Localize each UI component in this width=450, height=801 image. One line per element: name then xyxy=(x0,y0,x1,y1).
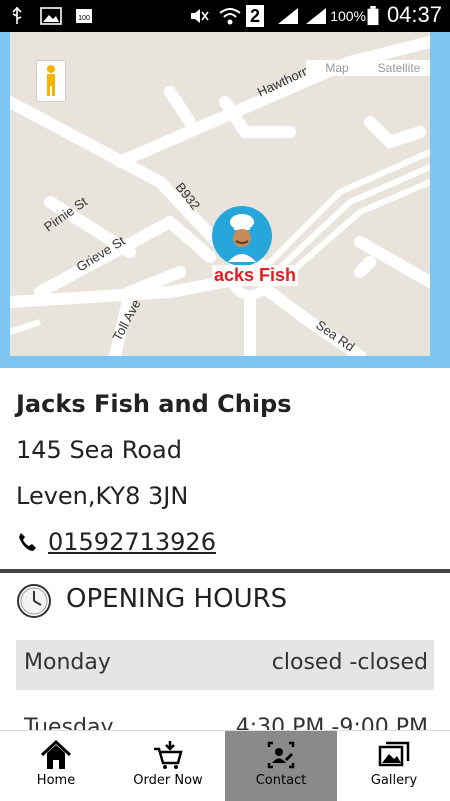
signal-icon xyxy=(278,8,298,24)
pegman-icon xyxy=(47,65,55,96)
battery-icon xyxy=(367,6,379,26)
nav-order-now-label: Order Now xyxy=(133,773,203,788)
map-button[interactable]: Map xyxy=(306,60,368,76)
hours-time: closed -closed xyxy=(271,650,428,675)
section-divider xyxy=(0,569,450,573)
signal-icon-2 xyxy=(306,8,326,24)
nav-contact-label: Contact xyxy=(255,773,307,788)
nav-gallery[interactable]: Gallery xyxy=(338,731,450,801)
image-icon xyxy=(40,7,62,25)
chef-icon xyxy=(228,214,256,262)
phone-link[interactable]: 01592713926 xyxy=(48,528,216,556)
status-bar: 100 2 100% 04:37 xyxy=(0,0,450,32)
wifi-icon xyxy=(219,8,241,25)
satellite-button[interactable]: Satellite xyxy=(368,60,430,76)
battery-notify-icon: 100 xyxy=(76,9,92,23)
nav-contact[interactable]: Contact xyxy=(225,731,337,801)
contact-icon xyxy=(267,741,295,769)
home-icon xyxy=(40,739,72,769)
map-type-control[interactable]: Map Satellite xyxy=(306,60,430,76)
address-line1: 145 Sea Road xyxy=(16,436,182,464)
clock-icon xyxy=(17,584,51,618)
marker-label: acks Fish xyxy=(212,265,299,286)
gallery-icon xyxy=(378,741,410,767)
restaurant-name: Jacks Fish and Chips xyxy=(16,390,292,418)
street-view-pegman[interactable] xyxy=(36,60,66,102)
svg-text:Toll Ave: Toll Ave xyxy=(109,297,143,343)
nav-order-now[interactable]: Order Now xyxy=(112,731,224,801)
opening-hours-title: OPENING HOURS xyxy=(66,584,288,614)
clock-time: 04:37 xyxy=(386,2,442,27)
phone-icon xyxy=(19,533,36,551)
battery-percent: 100% xyxy=(330,8,366,24)
hours-row-monday: Monday closed -closed xyxy=(16,640,434,690)
sim-slot-badge: 2 xyxy=(246,5,264,27)
address-line2: Leven,KY8 3JN xyxy=(16,482,189,510)
hours-day: Monday xyxy=(24,650,111,675)
mute-icon xyxy=(191,9,209,23)
usb-icon xyxy=(12,6,22,24)
cart-icon xyxy=(154,741,183,769)
svg-text:100: 100 xyxy=(78,15,90,22)
bottom-nav: Home Order Now Contact Gallery xyxy=(0,730,450,801)
nav-home-label: Home xyxy=(36,773,76,788)
nav-home[interactable]: Home xyxy=(0,731,112,801)
nav-gallery-label: Gallery xyxy=(370,773,418,788)
map-view[interactable]: Hawthorn B932 Pirnie St Grieve St Toll A… xyxy=(10,32,430,356)
restaurant-map-marker[interactable] xyxy=(212,206,272,266)
map-roads: Hawthorn B932 Pirnie St Grieve St Toll A… xyxy=(10,36,430,356)
map-container[interactable]: Hawthorn B932 Pirnie St Grieve St Toll A… xyxy=(0,32,450,368)
